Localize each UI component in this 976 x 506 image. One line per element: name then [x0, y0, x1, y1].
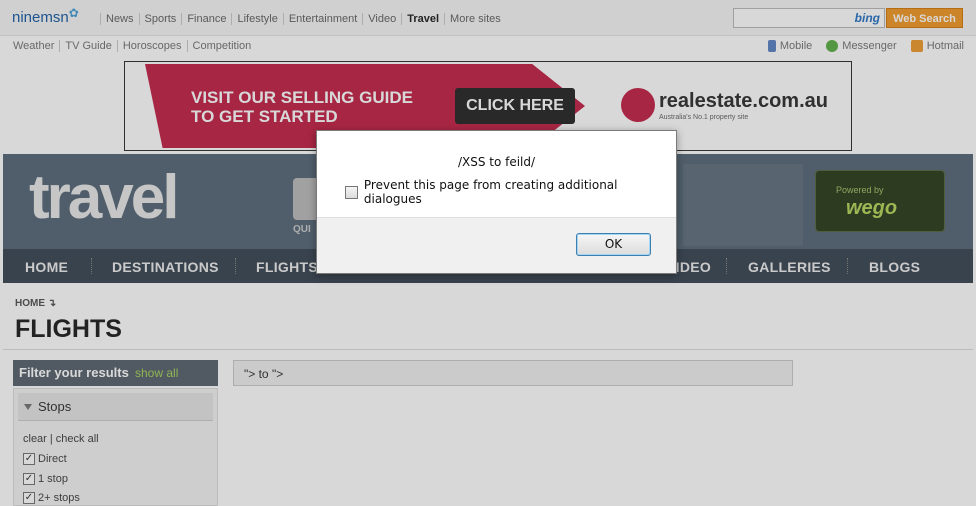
- dialog-message: /XSS to feild/: [457, 155, 536, 169]
- dialog-footer: OK: [317, 217, 676, 273]
- prevent-dialogs-option[interactable]: Prevent this page from creating addition…: [345, 178, 676, 206]
- ok-button[interactable]: OK: [576, 233, 651, 256]
- prevent-dialogs-label[interactable]: Prevent this page from creating addition…: [364, 178, 676, 206]
- prevent-dialogs-checkbox[interactable]: [345, 185, 358, 199]
- dialog-body: /XSS to feild/ Prevent this page from cr…: [317, 131, 676, 217]
- alert-dialog: /XSS to feild/ Prevent this page from cr…: [316, 130, 677, 274]
